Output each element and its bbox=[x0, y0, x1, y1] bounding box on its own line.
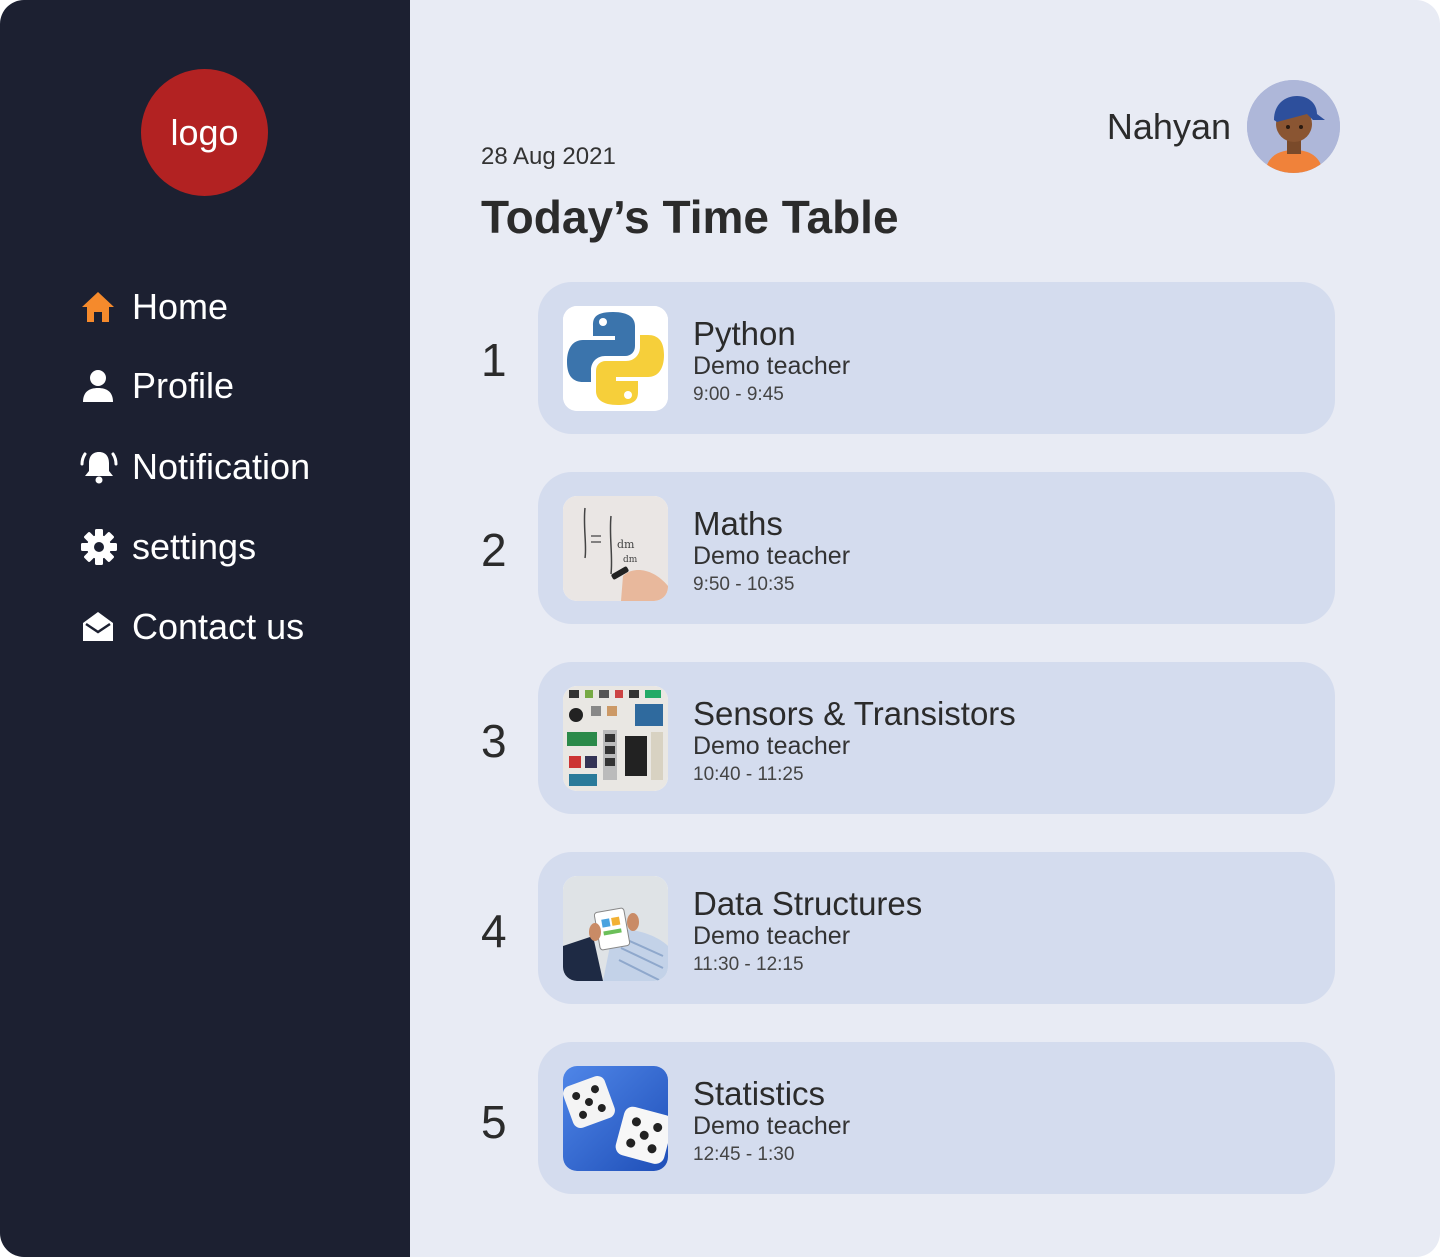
row-index: 1 bbox=[481, 334, 507, 386]
sidebar-item-label: Notification bbox=[132, 446, 311, 487]
electronics-components-thumbnail bbox=[563, 686, 668, 791]
dice-thumbnail bbox=[563, 1066, 668, 1171]
sidebar-item-home[interactable]: Home bbox=[80, 283, 228, 331]
subject-name: Sensors & Transistors bbox=[693, 695, 1016, 732]
class-card-maths[interactable]: dm dm Maths Demo teacher 9:50 - 10:35 bbox=[538, 472, 1335, 624]
class-card-python[interactable]: Python Demo teacher 9:00 - 9:45 bbox=[538, 282, 1335, 434]
teacher-name: Demo teacher bbox=[693, 1112, 851, 1140]
home-icon bbox=[80, 287, 120, 327]
class-time: 9:00 - 9:45 bbox=[693, 384, 784, 405]
row-index: 3 bbox=[481, 715, 507, 767]
class-time: 9:50 - 10:35 bbox=[693, 574, 795, 595]
row-index: 2 bbox=[481, 524, 507, 576]
class-card-data-structures[interactable]: Data Structures Demo teacher 11:30 - 12:… bbox=[538, 852, 1335, 1004]
page-title: Today’s Time Table bbox=[481, 191, 899, 243]
avatar[interactable] bbox=[1247, 80, 1340, 173]
user-icon bbox=[80, 366, 120, 406]
tablet-data-thumbnail bbox=[563, 876, 668, 981]
subject-name: Python bbox=[693, 315, 796, 352]
teacher-name: Demo teacher bbox=[693, 732, 851, 760]
sidebar-item-label: settings bbox=[132, 526, 257, 567]
teacher-name: Demo teacher bbox=[693, 352, 851, 380]
sidebar-item-notification[interactable]: Notification bbox=[80, 443, 310, 491]
svg-text:dm: dm bbox=[623, 555, 638, 565]
current-date: 28 Aug 2021 bbox=[481, 143, 616, 170]
app-frame: logo Home Profile Notification settings … bbox=[0, 0, 1440, 1257]
sidebar: logo Home Profile Notification settings … bbox=[0, 0, 410, 1257]
user-profile[interactable]: Nahyan bbox=[1107, 80, 1340, 173]
teacher-name: Demo teacher bbox=[693, 542, 851, 570]
subject-name: Statistics bbox=[693, 1075, 826, 1112]
gear-icon bbox=[80, 527, 120, 567]
sidebar-item-label: Profile bbox=[132, 365, 235, 406]
teacher-name: Demo teacher bbox=[693, 922, 851, 950]
sidebar-item-settings[interactable]: settings bbox=[80, 523, 256, 571]
svg-text:dm: dm bbox=[617, 538, 635, 551]
bell-icon bbox=[80, 447, 120, 487]
sidebar-item-contact-us[interactable]: Contact us bbox=[80, 603, 304, 651]
class-time: 10:40 - 11:25 bbox=[693, 764, 804, 785]
sidebar-item-profile[interactable]: Profile bbox=[80, 362, 234, 410]
subject-name: Maths bbox=[693, 505, 783, 542]
user-name: Nahyan bbox=[1106, 105, 1231, 147]
class-card-sensors-transistors[interactable]: Sensors & Transistors Demo teacher 10:40… bbox=[538, 662, 1335, 814]
sidebar-item-label: Contact us bbox=[132, 606, 305, 647]
row-index: 5 bbox=[481, 1096, 507, 1148]
subject-name: Data Structures bbox=[693, 885, 923, 922]
whiteboard-math-thumbnail: dm dm bbox=[563, 496, 668, 601]
logo[interactable]: logo bbox=[141, 69, 268, 196]
sidebar-item-label: Home bbox=[132, 286, 229, 327]
class-time: 11:30 - 12:15 bbox=[693, 954, 804, 975]
python-logo-thumbnail bbox=[563, 306, 668, 411]
row-index: 4 bbox=[481, 905, 507, 957]
class-time: 12:45 - 1:30 bbox=[693, 1144, 795, 1165]
class-card-statistics[interactable]: Statistics Demo teacher 12:45 - 1:30 bbox=[538, 1042, 1335, 1194]
envelope-open-icon bbox=[80, 607, 120, 647]
